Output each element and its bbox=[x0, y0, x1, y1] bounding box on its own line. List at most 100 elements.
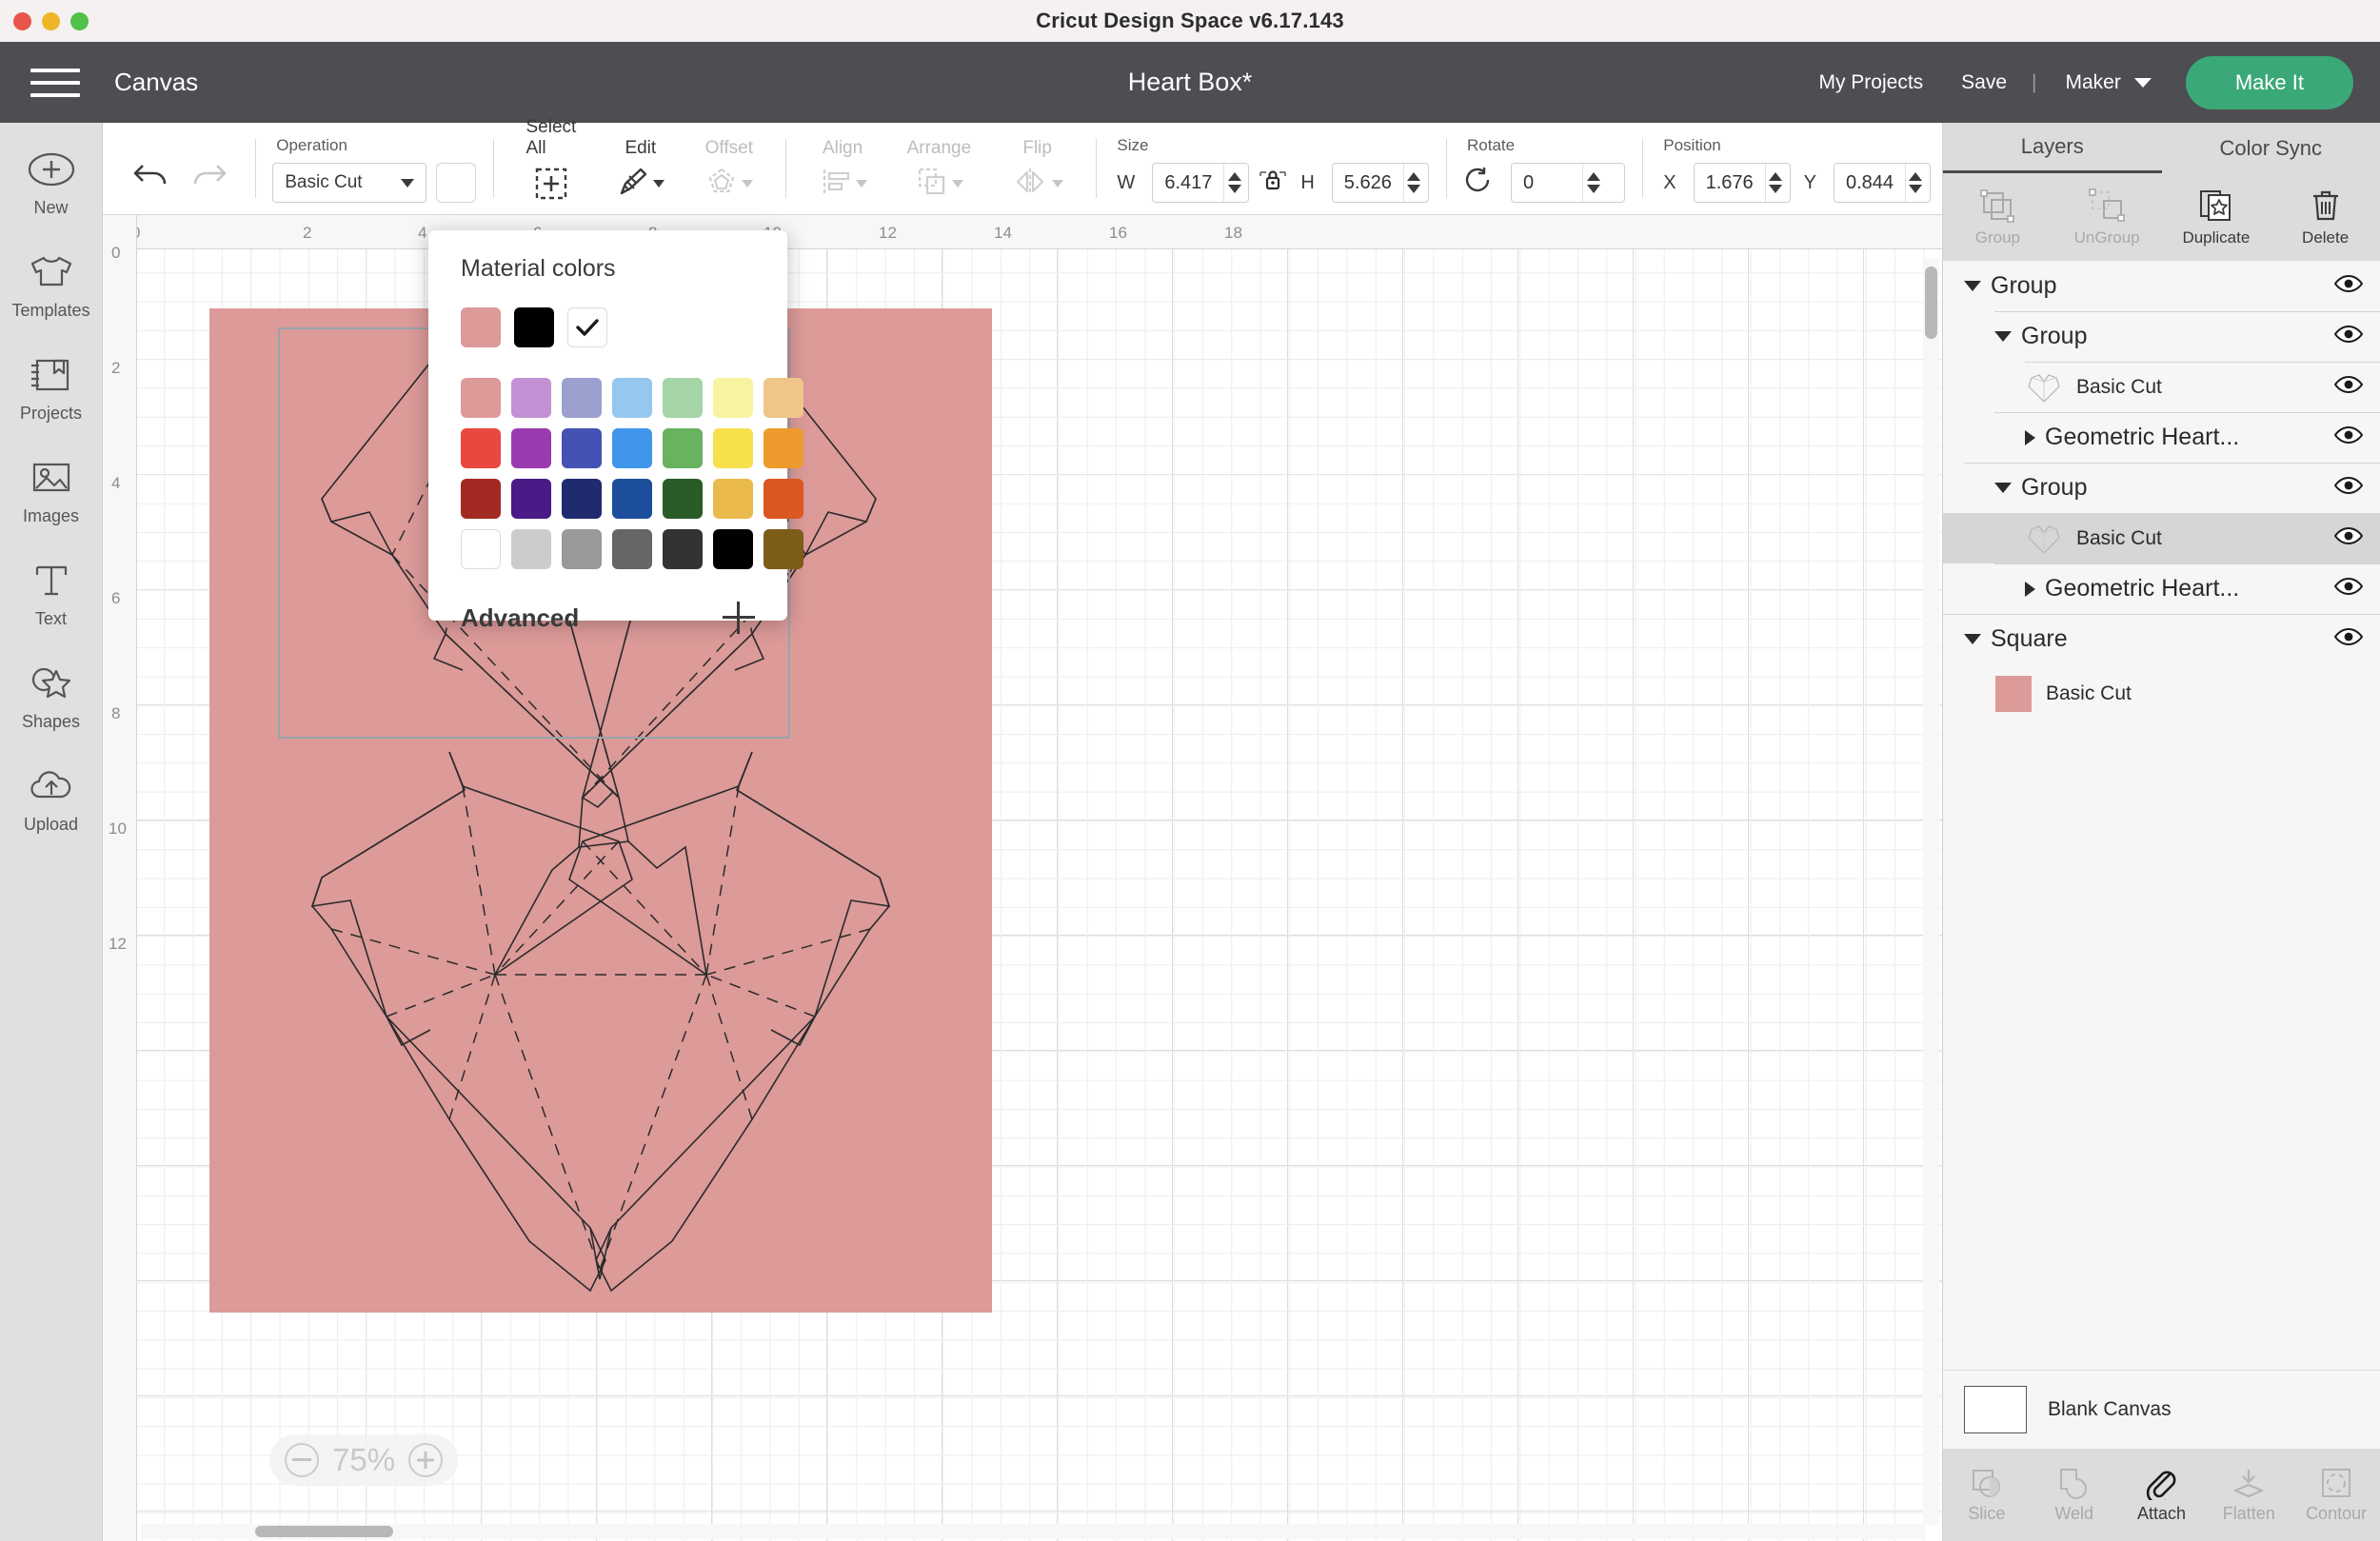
palette-swatch[interactable] bbox=[461, 479, 501, 519]
save-button[interactable]: Save bbox=[1942, 71, 2026, 94]
palette-swatch[interactable] bbox=[511, 479, 551, 519]
eye-icon[interactable] bbox=[2334, 476, 2363, 500]
layer-row-basic-cut[interactable]: Basic Cut bbox=[1943, 362, 2380, 412]
aspect-lock-button[interactable] bbox=[1259, 165, 1287, 201]
palette-swatch[interactable] bbox=[663, 479, 703, 519]
redo-icon[interactable] bbox=[188, 158, 228, 197]
eye-icon[interactable] bbox=[2334, 627, 2363, 651]
palette-swatch[interactable] bbox=[663, 378, 703, 418]
palette-swatch[interactable] bbox=[663, 428, 703, 468]
flip-button[interactable]: Flip bbox=[996, 138, 1079, 203]
palette-swatch[interactable] bbox=[511, 529, 551, 569]
eye-icon[interactable] bbox=[2334, 425, 2363, 449]
close-button[interactable] bbox=[13, 12, 31, 30]
eye-icon[interactable] bbox=[2334, 375, 2363, 399]
palette-swatch[interactable] bbox=[562, 378, 602, 418]
offset-button[interactable]: Offset bbox=[689, 138, 768, 203]
delete-button[interactable]: Delete bbox=[2271, 188, 2380, 247]
width-stepper[interactable] bbox=[1223, 164, 1244, 202]
y-input[interactable]: 0.844 bbox=[1834, 163, 1931, 203]
machine-selector[interactable]: Maker bbox=[2043, 71, 2169, 94]
palette-swatch[interactable] bbox=[612, 479, 652, 519]
canvas-vertical-scrollbar[interactable] bbox=[1923, 259, 1939, 1525]
palette-swatch[interactable] bbox=[612, 378, 652, 418]
weld-button[interactable]: Weld bbox=[2031, 1466, 2118, 1524]
material-colors-popup[interactable]: Material colors bbox=[428, 230, 787, 621]
rotate-input[interactable]: 0 bbox=[1511, 163, 1625, 203]
sidebar-item-text[interactable]: Text bbox=[0, 559, 103, 629]
palette-swatch[interactable] bbox=[612, 529, 652, 569]
scrollbar-thumb[interactable] bbox=[255, 1526, 393, 1537]
plus-circle-icon[interactable] bbox=[408, 1443, 443, 1477]
minus-circle-icon[interactable] bbox=[285, 1443, 319, 1477]
tab-layers[interactable]: Layers bbox=[1943, 123, 2162, 173]
sidebar-item-images[interactable]: Images bbox=[0, 456, 103, 526]
chevron-down-icon[interactable] bbox=[1994, 331, 2012, 342]
black-color-swatch[interactable] bbox=[514, 307, 554, 347]
palette-swatch[interactable] bbox=[764, 378, 803, 418]
tab-color-sync[interactable]: Color Sync bbox=[2162, 123, 2380, 173]
palette-swatch[interactable] bbox=[461, 378, 501, 418]
width-input[interactable]: 6.417 bbox=[1152, 163, 1249, 203]
palette-swatch[interactable] bbox=[764, 529, 803, 569]
arrange-button[interactable]: Arrange bbox=[892, 138, 987, 203]
palette-swatch[interactable] bbox=[461, 428, 501, 468]
scrollbar-thumb[interactable] bbox=[1925, 267, 1937, 339]
palette-swatch[interactable] bbox=[663, 529, 703, 569]
layer-row-group[interactable]: Group bbox=[1943, 261, 2380, 311]
advanced-button[interactable]: Advanced bbox=[461, 603, 579, 633]
sidebar-item-upload[interactable]: Upload bbox=[0, 764, 103, 835]
layer-row-geometric-heart[interactable]: Geometric Heart... bbox=[1943, 412, 2380, 463]
palette-swatch[interactable] bbox=[713, 378, 753, 418]
slice-button[interactable]: Slice bbox=[1943, 1466, 2031, 1524]
maximize-button[interactable] bbox=[70, 12, 89, 30]
ungroup-button[interactable]: UnGroup bbox=[2053, 188, 2162, 247]
palette-swatch[interactable] bbox=[562, 479, 602, 519]
duplicate-button[interactable]: Duplicate bbox=[2162, 188, 2271, 247]
chevron-down-icon[interactable] bbox=[1964, 634, 1981, 644]
x-input[interactable]: 1.676 bbox=[1694, 163, 1791, 203]
palette-swatch[interactable] bbox=[764, 428, 803, 468]
eye-icon[interactable] bbox=[2334, 325, 2363, 348]
hamburger-icon[interactable] bbox=[30, 64, 80, 102]
palette-swatch[interactable] bbox=[612, 428, 652, 468]
layer-row-basic-cut[interactable]: Basic Cut bbox=[1943, 664, 2380, 723]
sidebar-item-templates[interactable]: Templates bbox=[0, 250, 103, 321]
palette-swatch[interactable] bbox=[461, 529, 501, 569]
group-button[interactable]: Group bbox=[1943, 188, 2053, 247]
chevron-down-icon[interactable] bbox=[1994, 483, 2012, 493]
select-all-button[interactable]: Select All bbox=[511, 117, 592, 203]
layer-row-square[interactable]: Square bbox=[1943, 614, 2380, 664]
palette-swatch[interactable] bbox=[764, 479, 803, 519]
contour-button[interactable]: Contour bbox=[2292, 1466, 2380, 1524]
chevron-down-icon[interactable] bbox=[1964, 281, 1981, 291]
height-input[interactable]: 5.626 bbox=[1332, 163, 1429, 203]
layer-row-geometric-heart[interactable]: Geometric Heart... bbox=[1943, 563, 2380, 614]
palette-swatch[interactable] bbox=[511, 378, 551, 418]
checkmark-icon[interactable] bbox=[567, 307, 607, 347]
flatten-button[interactable]: Flatten bbox=[2205, 1466, 2292, 1524]
layer-row-group[interactable]: Group bbox=[1943, 311, 2380, 362]
layer-row-group[interactable]: Group bbox=[1943, 463, 2380, 513]
height-stepper[interactable] bbox=[1403, 164, 1424, 202]
eye-icon[interactable] bbox=[2334, 274, 2363, 298]
sidebar-item-new[interactable]: New bbox=[0, 148, 103, 218]
layer-row-basic-cut-selected[interactable]: Basic Cut bbox=[1943, 513, 2380, 563]
palette-swatch[interactable] bbox=[713, 529, 753, 569]
edit-button[interactable]: Edit bbox=[601, 138, 680, 203]
align-button[interactable]: Align bbox=[803, 138, 883, 203]
design-canvas[interactable]: 5.626" 0 2 4 6 8 10 12 14 16 18 0 2 4 6 … bbox=[103, 215, 1942, 1541]
palette-swatch[interactable] bbox=[713, 479, 753, 519]
plus-icon[interactable] bbox=[723, 602, 755, 634]
chevron-right-icon[interactable] bbox=[2025, 430, 2035, 445]
operation-color-swatch[interactable] bbox=[436, 163, 476, 203]
my-projects-link[interactable]: My Projects bbox=[1799, 71, 1942, 94]
minimize-button[interactable] bbox=[42, 12, 60, 30]
chevron-right-icon[interactable] bbox=[2025, 582, 2035, 597]
palette-swatch[interactable] bbox=[511, 428, 551, 468]
canvas-grid[interactable]: 5.626" bbox=[137, 249, 1942, 1541]
blank-canvas-row[interactable]: Blank Canvas bbox=[1943, 1370, 2380, 1449]
eye-icon[interactable] bbox=[2334, 526, 2363, 550]
canvas-horizontal-scrollbar[interactable] bbox=[141, 1524, 1926, 1539]
palette-swatch[interactable] bbox=[713, 428, 753, 468]
